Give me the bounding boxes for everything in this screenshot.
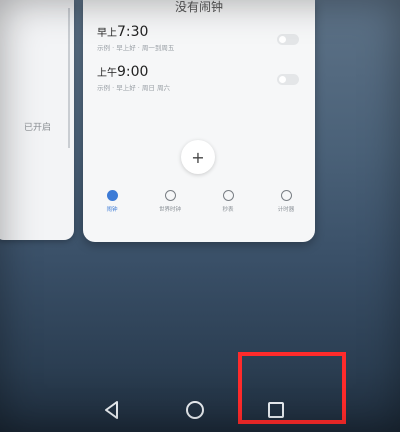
alarm-description: 示例 · 早上好 · 周日 周六 — [97, 84, 170, 92]
scroll-indicator — [68, 8, 70, 148]
previous-app-card[interactable]: 已开启 — [0, 0, 74, 240]
add-alarm-button[interactable]: + — [181, 140, 215, 174]
alarm-toggle[interactable] — [277, 34, 299, 45]
back-triangle-icon[interactable] — [100, 398, 124, 422]
tab-label: 计时器 — [277, 207, 295, 213]
world-clock-icon — [164, 190, 176, 201]
home-circle-icon[interactable] — [183, 398, 207, 422]
alarm-description: 示例 · 早上好 · 周一到周五 — [97, 44, 175, 52]
card-title: 没有闹钟 — [174, 0, 223, 14]
recent-square-icon[interactable] — [264, 398, 288, 422]
alarm-time-value: 9:00 — [117, 64, 149, 80]
alarm-item[interactable]: 早上7:30 示例 · 早上好 · 周一到周五 — [97, 24, 303, 52]
alarm-item[interactable]: 上午9:00 示例 · 早上好 · 周日 周六 — [97, 64, 303, 92]
system-navigation-bar — [0, 398, 400, 422]
alarm-time: 上午9:00 — [97, 64, 303, 80]
alarm-toggle[interactable] — [277, 74, 299, 85]
alarm-time: 早上7:30 — [97, 24, 303, 40]
clock-app-card[interactable]: 没有闹钟 早上7:30 示例 · 早上好 · 周一到周五 上午9:00 示例 ·… — [83, 0, 315, 242]
stopwatch-icon — [222, 190, 234, 201]
alarm-time-value: 7:30 — [117, 24, 149, 40]
tab-alarm[interactable]: 闹钟 — [87, 190, 137, 213]
clock-bottom-nav: 闹钟 世界时钟 秒表 计时器 — [83, 190, 315, 213]
tab-timer[interactable]: 计时器 — [261, 190, 311, 213]
tab-label: 秒表 — [222, 207, 234, 213]
tab-label: 闹钟 — [106, 207, 118, 213]
tab-label: 世界时钟 — [158, 207, 181, 213]
timer-icon — [280, 190, 292, 201]
alarm-ampm: 早上 — [97, 28, 117, 39]
alarm-icon — [106, 190, 118, 201]
tab-stopwatch[interactable]: 秒表 — [203, 190, 253, 213]
alarm-ampm: 上午 — [97, 68, 117, 79]
status-text: 已开启 — [24, 123, 52, 133]
tab-world-clock[interactable]: 世界时钟 — [145, 190, 195, 213]
